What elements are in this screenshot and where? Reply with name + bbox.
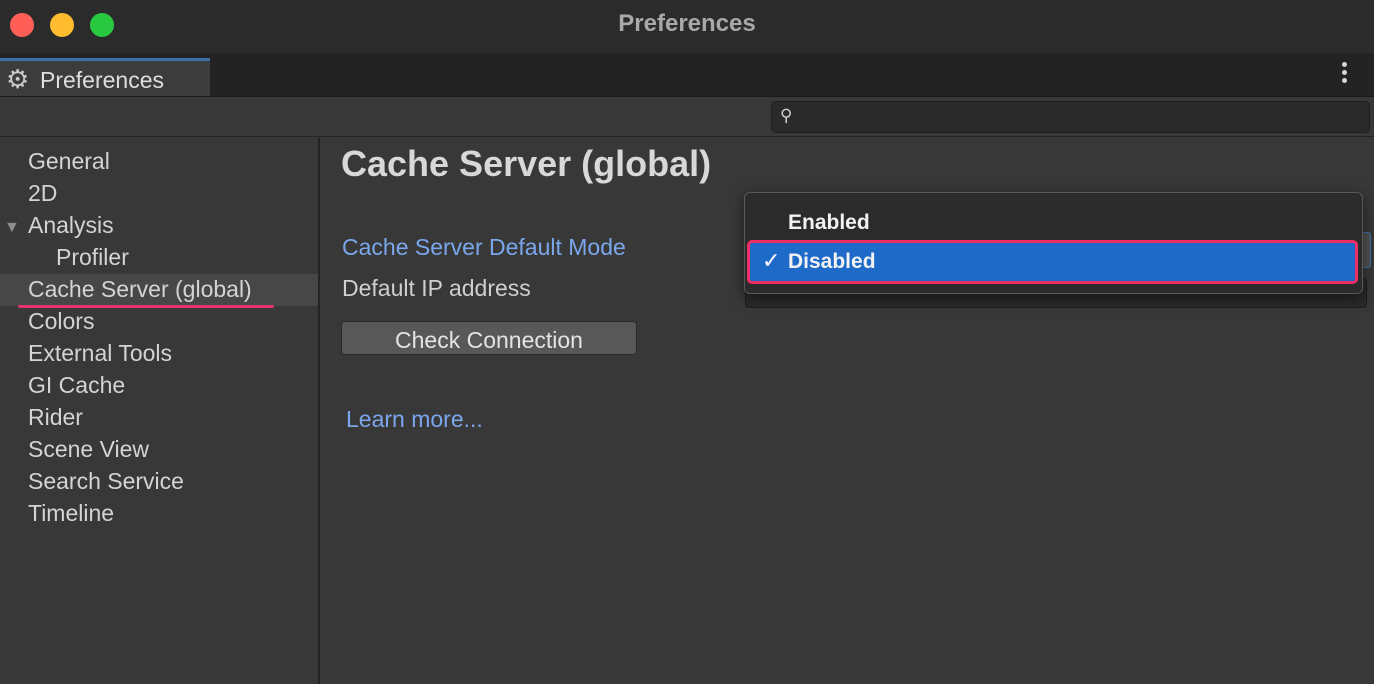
tab-label: Preferences xyxy=(40,67,165,93)
checkmark-icon: ✓ xyxy=(762,248,781,273)
search-icon: ⚲ xyxy=(780,106,793,125)
dropdown-option-enabled[interactable]: Enabled xyxy=(745,203,1362,243)
default-mode-label: Cache Server Default Mode xyxy=(342,234,626,260)
kebab-menu-icon[interactable] xyxy=(1332,62,1356,88)
window-title: Preferences xyxy=(618,10,756,37)
expand-triangle-icon[interactable]: ▼ xyxy=(4,219,20,237)
default-mode-dropdown-menu: Enabled ✓ Disabled xyxy=(744,192,1363,294)
dropdown-option-disabled[interactable]: ✓ Disabled xyxy=(747,240,1358,284)
learn-more-link[interactable]: Learn more... xyxy=(346,406,483,433)
sidebar-item-scene-view[interactable]: Scene View xyxy=(28,436,149,463)
sidebar-item-profiler[interactable]: Profiler xyxy=(56,244,129,271)
dropdown-option-label: Disabled xyxy=(788,250,876,273)
tab-preferences[interactable]: ⚙ Preferences xyxy=(0,58,210,96)
sidebar: General 2D ▼ Analysis Profiler Cache Ser… xyxy=(0,138,320,684)
sidebar-item-rider[interactable]: Rider xyxy=(28,404,83,431)
sidebar-item-gi-cache[interactable]: GI Cache xyxy=(28,372,125,399)
gear-icon: ⚙ xyxy=(6,64,30,94)
sidebar-item-general[interactable]: General xyxy=(28,148,110,175)
page-title: Cache Server (global) xyxy=(341,143,712,184)
search-input[interactable]: ⚲ xyxy=(771,101,1370,133)
sidebar-item-analysis[interactable]: Analysis xyxy=(28,212,114,239)
tab-bar: ⚙ Preferences xyxy=(0,53,1374,97)
search-row: ⚲ xyxy=(0,97,1374,137)
sidebar-item-2d[interactable]: 2D xyxy=(28,180,57,207)
sidebar-item-search-service[interactable]: Search Service xyxy=(28,468,184,495)
window-titlebar: Preferences xyxy=(0,0,1374,53)
sidebar-item-timeline[interactable]: Timeline xyxy=(28,500,114,527)
check-connection-button[interactable]: Check Connection xyxy=(341,321,637,355)
sidebar-item-colors[interactable]: Colors xyxy=(28,308,94,335)
default-ip-label: Default IP address xyxy=(342,275,531,301)
dropdown-option-label: Enabled xyxy=(788,211,870,234)
sidebar-item-external-tools[interactable]: External Tools xyxy=(28,340,172,367)
sidebar-item-cache-server-global[interactable]: Cache Server (global) xyxy=(28,276,252,303)
